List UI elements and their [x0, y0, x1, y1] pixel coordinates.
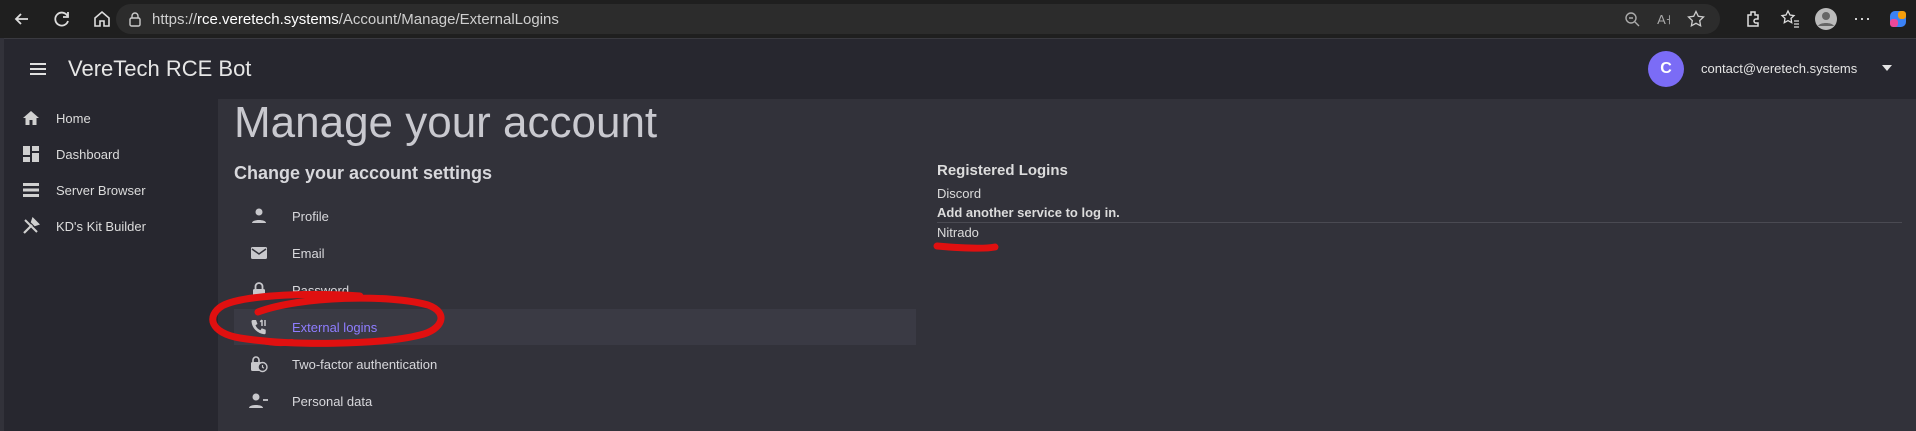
app-header: VereTech RCE Bot C contact@veretech.syst…: [4, 38, 1916, 99]
profile-icon[interactable]: [1814, 4, 1838, 34]
back-icon[interactable]: [4, 1, 40, 37]
extensions-icon[interactable]: [1742, 4, 1766, 34]
sidebar-item-dashboard[interactable]: Dashboard: [20, 140, 120, 168]
more-options-icon[interactable]: ⋯: [1850, 4, 1874, 34]
url-prefix: https://: [152, 10, 198, 28]
menu-item-label: Email: [292, 245, 325, 261]
person-remove-icon: [248, 390, 270, 412]
phone-forward-icon: [248, 316, 270, 338]
copilot-icon[interactable]: [1886, 4, 1910, 34]
server-list-icon: [20, 179, 42, 201]
sidebar-item-server-browser[interactable]: Server Browser: [20, 176, 146, 204]
hamburger-menu-icon[interactable]: [26, 57, 50, 81]
menu-item-email[interactable]: Email: [234, 235, 916, 271]
available-login-nitrado-button[interactable]: Nitrado: [937, 225, 979, 240]
home-icon[interactable]: [84, 1, 120, 37]
user-email[interactable]: contact@veretech.systems: [1701, 61, 1857, 76]
avatar[interactable]: C: [1648, 51, 1684, 87]
menu-item-label: Personal data: [292, 393, 373, 409]
annotation-underline: [933, 242, 999, 252]
registered-logins-heading: Registered Logins: [937, 162, 1068, 179]
menu-item-profile[interactable]: Profile: [234, 198, 916, 234]
sidebar-item-kit-builder[interactable]: KD's Kit Builder: [20, 212, 146, 240]
menu-item-label: Two-factor authentication: [292, 356, 438, 372]
account-settings-menu: Profile Email Password External logins T…: [234, 198, 916, 420]
sidebar-item-label: KD's Kit Builder: [56, 218, 146, 234]
favorites-icon[interactable]: [1778, 4, 1802, 34]
menu-item-label: Password: [292, 282, 350, 298]
home-icon: [20, 107, 42, 129]
menu-item-password[interactable]: Password: [234, 272, 916, 308]
sidebar-item-label: Home: [56, 110, 91, 126]
url-path: /Account/Manage/ExternalLogins: [338, 10, 559, 28]
zoom-icon[interactable]: [1622, 8, 1642, 30]
menu-item-two-factor[interactable]: Two-factor authentication: [234, 346, 916, 382]
lock-clock-icon: [248, 353, 270, 375]
lock-icon: [248, 279, 270, 301]
dashboard-icon: [20, 143, 42, 165]
menu-item-external-logins[interactable]: External logins: [234, 309, 916, 345]
favorite-star-icon[interactable]: [1686, 8, 1706, 30]
registered-login-item[interactable]: Discord: [937, 186, 981, 201]
mail-icon: [248, 242, 270, 264]
add-service-heading: Add another service to log in.: [937, 205, 1120, 220]
lock-icon[interactable]: [128, 11, 142, 27]
person-icon: [248, 205, 270, 227]
app-title[interactable]: VereTech RCE Bot: [68, 56, 251, 82]
section-title: Change your account settings: [234, 163, 493, 183]
sidebar-item-label: Server Browser: [56, 182, 146, 198]
menu-item-personal-data[interactable]: Personal data: [234, 383, 916, 419]
sidebar-item-label: Dashboard: [56, 146, 120, 162]
read-aloud-icon[interactable]: A˧: [1654, 8, 1674, 30]
address-bar[interactable]: https://rce.veretech.systems/Account/Man…: [116, 4, 1720, 34]
sidebar-item-home[interactable]: Home: [20, 104, 91, 132]
tools-icon: [20, 215, 42, 237]
refresh-icon[interactable]: [44, 1, 80, 37]
page-title: Manage your account: [234, 98, 658, 147]
menu-item-label: Profile: [292, 208, 329, 224]
side-navigation: Home Dashboard Server Browser KD's Kit B…: [4, 98, 218, 431]
menu-item-label: External logins: [292, 319, 378, 335]
url-host: rce.veretech.systems: [197, 10, 339, 28]
chevron-down-icon[interactable]: [1882, 65, 1892, 71]
divider: [937, 222, 1902, 223]
